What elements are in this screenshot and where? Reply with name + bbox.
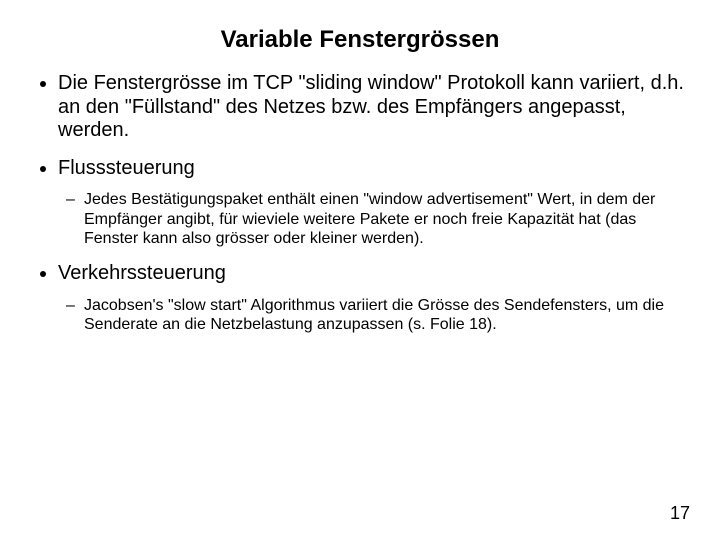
bullet-item: Flusssteuerung Jedes Bestätigungspaket e… (58, 157, 692, 248)
bullet-item: Die Fenstergrösse im TCP "sliding window… (58, 72, 692, 143)
sub-bullet-item: Jedes Bestätigungspaket enthält einen "w… (84, 190, 692, 248)
bullet-list: Die Fenstergrösse im TCP "sliding window… (28, 72, 692, 334)
sub-bullet-item: Jacobsen's "slow start" Algorithmus vari… (84, 296, 692, 334)
sub-bullet-list: Jacobsen's "slow start" Algorithmus vari… (58, 296, 692, 334)
bullet-text: Verkehrssteuerung (58, 262, 226, 284)
bullet-text: Flusssteuerung (58, 157, 195, 179)
sub-bullet-text: Jacobsen's "slow start" Algorithmus vari… (84, 297, 664, 333)
slide: Variable Fenstergrössen Die Fenstergröss… (0, 0, 720, 540)
bullet-text: Die Fenstergrösse im TCP "sliding window… (58, 72, 684, 141)
bullet-item: Verkehrssteuerung Jacobsen's "slow start… (58, 262, 692, 334)
sub-bullet-list: Jedes Bestätigungspaket enthält einen "w… (58, 190, 692, 248)
slide-title: Variable Fenstergrössen (28, 26, 692, 54)
page-number: 17 (670, 503, 690, 524)
sub-bullet-text: Jedes Bestätigungspaket enthält einen "w… (84, 191, 655, 246)
